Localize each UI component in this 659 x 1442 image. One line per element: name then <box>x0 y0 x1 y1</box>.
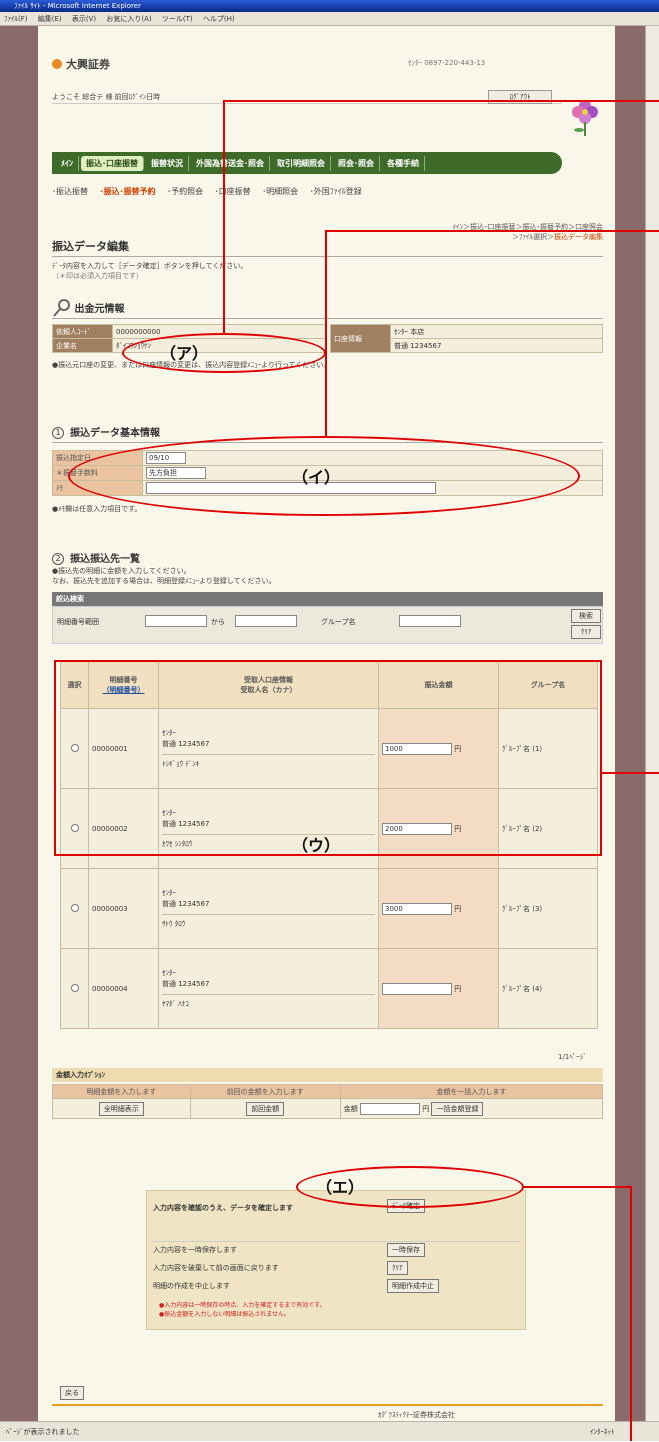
group-select[interactable] <box>399 615 461 627</box>
row-number: 00000003 <box>88 868 159 949</box>
page-title: 振込データ編集 <box>52 240 129 253</box>
account-branch: ｾﾝﾀｰ 本店 <box>390 324 603 339</box>
footer-note: ｶｸﾞﾗｽﾃｨｸﾃｰ証券株式会社 <box>378 1411 455 1419</box>
back-button[interactable]: 戻る <box>60 1386 84 1400</box>
account-table: 口座情報 ｾﾝﾀｰ 本店 普通 1234567 <box>330 324 603 353</box>
nav-main[interactable]: ﾒｲﾝ <box>56 155 79 171</box>
menu-edit[interactable]: 編集(E) <box>38 15 62 23</box>
nav-history[interactable]: 取引明細照会 <box>272 155 331 171</box>
magnifier-icon <box>53 299 70 317</box>
logo: 大興証券 <box>52 56 110 72</box>
nav-procedures[interactable]: 各種手続 <box>382 155 425 171</box>
source-section-header: 出金元情報 <box>52 298 125 318</box>
previous-amount-button[interactable]: 前回金額 <box>246 1101 285 1116</box>
marker-a-label: （ア） <box>160 344 209 363</box>
window-title: ﾌｧｲﾙ ｻｲﾄ - Microsoft Internet Explorer <box>0 0 659 12</box>
subnav-file[interactable]: ･外国ﾌｧｲﾙ登録 <box>310 187 362 196</box>
logo-icon <box>52 59 62 69</box>
search-to-label: から <box>211 618 225 626</box>
marker-u-label: （ウ） <box>292 836 341 855</box>
marker-a-oval <box>122 333 326 373</box>
cancel-text: 明細の作成を中止します <box>153 1282 230 1290</box>
cancel-creation-button[interactable]: 明細作成中止 <box>387 1279 439 1293</box>
amount-input[interactable] <box>382 982 452 995</box>
nav-inquiry[interactable]: 照会･照会 <box>333 155 380 171</box>
search-bar-title: 絞込検索 <box>52 592 603 606</box>
source-label-code: 依頼人ｺｰﾄﾞ <box>52 324 113 339</box>
row-radio[interactable] <box>70 903 79 912</box>
left-margin <box>0 26 38 1421</box>
discard-text: 入力内容を破棄して前の画面に戻ります <box>153 1264 279 1272</box>
subnav-reserve-inquiry[interactable]: ･予約照会 <box>167 187 203 196</box>
menu-help[interactable]: ヘルプ(H) <box>203 15 235 23</box>
subnav-statement[interactable]: ･明細照会 <box>262 187 298 196</box>
warning-notes: ●入力内容は一時保存の時点、入力を確定するまで有効です。 ●振込金額を入力しない明… <box>159 1302 326 1318</box>
status-text: ﾍﾟｰｼﾞが表示されました <box>6 1428 80 1436</box>
subnav-transfer[interactable]: ･振込振替 <box>52 187 88 196</box>
account-number: 普通 1234567 <box>390 338 603 353</box>
sub-nav: ･振込振替 ･振込･振替予約 ･予約照会 ･口座振替 ･明細照会 ･外国ﾌｧｲﾙ… <box>52 186 572 197</box>
bulk-amount-input[interactable] <box>360 1102 420 1115</box>
title-divider <box>52 256 603 257</box>
step-1-icon: 1 <box>52 427 64 439</box>
menu-favorites[interactable]: お気に入り(A) <box>106 15 151 23</box>
flower-icon <box>572 100 598 136</box>
marker-u-rect <box>54 660 602 856</box>
subnav-reserve[interactable]: ･振込･振替予約 <box>100 187 156 196</box>
page-count: 1/1ﾍﾟｰｼﾞ <box>558 1053 587 1061</box>
options-table: 明細金額を入力します 前回の金額を入力します 金額を一括入力します 全明細表示 前回… <box>52 1084 604 1119</box>
marker-e-label: （エ） <box>316 1178 365 1197</box>
group-label: グループ名 <box>321 618 356 626</box>
row-group: ｸﾞﾙｰﾌﾟ名 (4) <box>498 948 598 1029</box>
search-panel: 明細番号範囲 から グループ名 検索 ｸﾘｱ <box>52 606 603 644</box>
amount-input[interactable]: 3000 <box>382 902 452 915</box>
payee-section-header: 2 振込振込先一覧 <box>52 550 140 565</box>
status-bar: ﾍﾟｰｼﾞが表示されました ｲﾝﾀｰﾈｯﾄ <box>0 1421 659 1441</box>
search-from-input[interactable] <box>145 615 207 627</box>
action-panel: 入力内容を確認のうえ、データを確定します ﾃﾞｰﾀ確定 入力内容を一時保存します… <box>146 1190 526 1330</box>
menu-view[interactable]: 表示(V) <box>72 15 96 23</box>
menu-file[interactable]: ﾌｧｲﾙ(F) <box>4 15 28 23</box>
nav-transfer[interactable]: 振込･口座振替 <box>81 155 144 171</box>
header-info: ｾﾝﾀｰ 0897-220-443-13 <box>408 59 486 67</box>
menu-tools[interactable]: ツール(T) <box>162 15 193 23</box>
marker-i-label: （イ） <box>292 468 341 487</box>
options-title: 金額入力ｵﾌﾟｼｮﾝ <box>52 1068 603 1082</box>
temp-save-button[interactable]: 一時保存 <box>387 1243 425 1257</box>
clear-button[interactable]: ｸﾘｱ <box>387 1261 408 1275</box>
menu-bar: ﾌｧｲﾙ(F) 編集(E) 表示(V) お気に入り(A) ツール(T) ヘルプ(… <box>0 12 659 26</box>
bulk-register-button[interactable]: 一括金額登録 <box>431 1101 484 1116</box>
nav-forex[interactable]: 外国為替送金･照会 <box>191 155 270 171</box>
row-number: 00000004 <box>88 948 159 1029</box>
row-radio[interactable] <box>70 983 79 992</box>
account-label: 口座情報 <box>330 324 391 353</box>
search-to-input[interactable] <box>235 615 297 627</box>
subnav-debit[interactable]: ･口座振替 <box>215 187 251 196</box>
payee-note: ●振込先の明細に金額を入力してください。 なお、振込先を追加する場合は、明細登録ﾒ… <box>52 567 276 585</box>
basic-section-header: 1 振込データ基本情報 <box>52 424 160 439</box>
save-text: 入力内容を一時保存します <box>153 1246 237 1254</box>
clear-search-button[interactable]: ｸﾘｱ <box>571 625 601 639</box>
search-button[interactable]: 検索 <box>571 609 601 623</box>
step-2-icon: 2 <box>52 553 64 565</box>
basic-note: ●ﾒﾓ欄は任意入力項目です。 <box>52 505 142 513</box>
row-group: ｸﾞﾙｰﾌﾟ名 (3) <box>498 868 598 949</box>
table-row: 00000004 ｾﾝﾀｰ 普通 1234567 ﾔﾏﾀﾞ ﾊﾅｺ 円 ｸﾞﾙｰﾌﾟ… <box>60 948 598 1029</box>
table-row: 00000003 ｾﾝﾀｰ 普通 1234567 ｻﾄｳ ﾀﾛｳ 3000 円 ｸﾞ… <box>60 868 598 949</box>
search-label: 明細番号範囲 <box>57 618 99 626</box>
row-account: ｾﾝﾀｰ 普通 1234567 ﾔﾏﾀﾞ ﾊﾅｺ <box>158 948 379 1029</box>
row-account: ｾﾝﾀｰ 普通 1234567 ｻﾄｳ ﾀﾛｳ <box>158 868 379 949</box>
breadcrumb: ﾒｲﾝ＞振込･口座振替＞振込･振替予約＞口座照会 ＞ﾌｧｲﾙ選択＞振込データ編集 <box>452 223 604 241</box>
nav-status[interactable]: 振替状況 <box>146 155 189 171</box>
zone-text: ｲﾝﾀｰﾈｯﾄ <box>590 1428 615 1436</box>
vertical-scrollbar[interactable] <box>645 26 659 1421</box>
source-label-company: 企業名 <box>52 338 113 353</box>
confirm-text: 入力内容を確認のうえ、データを確定します <box>153 1204 293 1212</box>
main-nav: ﾒｲﾝ 振込･口座振替 振替状況 外国為替送金･照会 取引明細照会 照会･照会 … <box>52 152 562 174</box>
show-all-button[interactable]: 全明細表示 <box>98 1101 144 1116</box>
page-description: ﾃﾞｰﾀ内容を入力して［データ確定］ボタンを押してください。 （＊印は必須入力項… <box>52 262 248 280</box>
